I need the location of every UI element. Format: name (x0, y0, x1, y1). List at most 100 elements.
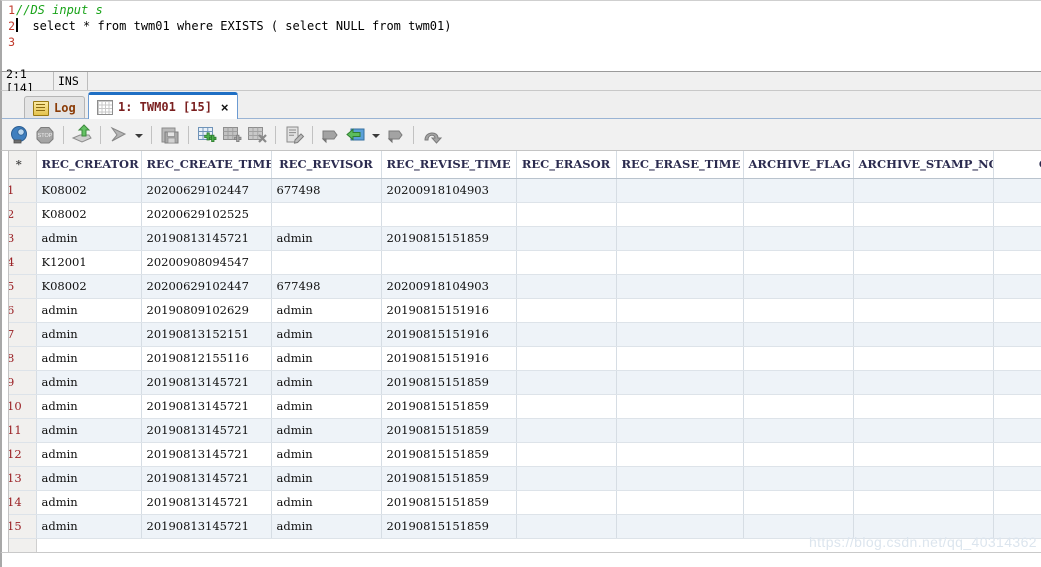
cell-rec-erase-time[interactable] (616, 250, 744, 275)
cell-archive-flag[interactable] (743, 202, 854, 227)
column-header-rec-erase-time[interactable]: REC_ERASE_TIME (616, 151, 744, 179)
cell-rec-create-time[interactable]: 20190813145721 (141, 418, 272, 443)
cell-comi[interactable] (993, 490, 1041, 515)
cell-rec-revise-time[interactable]: 20190815151859 (381, 490, 517, 515)
cell-rec-revise-time[interactable] (381, 250, 517, 275)
cell-comi[interactable] (993, 466, 1041, 491)
cell-comi[interactable] (993, 442, 1041, 467)
column-header-rec-revisor[interactable]: REC_REVISOR (271, 151, 382, 179)
cell-rec-create-time[interactable]: 20190812155116 (141, 346, 272, 371)
cell-rec-revise-time[interactable]: 20190815151916 (381, 322, 517, 347)
cell-rec-erase-time[interactable] (616, 394, 744, 419)
cell-rec-erasor[interactable] (516, 370, 617, 395)
cell-rec-create-time[interactable]: 20200629102447 (141, 274, 272, 299)
cell-rec-revisor[interactable]: admin (271, 418, 382, 443)
commit-icon[interactable] (345, 124, 367, 146)
column-header-rec-create-time[interactable]: REC_CREATE_TIME (141, 151, 272, 179)
cell-archive-stamp-no[interactable] (853, 202, 994, 227)
cell-archive-stamp-no[interactable] (853, 178, 994, 203)
cell-rec-erase-time[interactable] (616, 370, 744, 395)
close-icon[interactable]: × (221, 101, 229, 114)
cell-rec-creator[interactable]: admin (36, 226, 142, 251)
editor-line-1[interactable]: //DS input s (16, 2, 1041, 18)
cell-rec-create-time[interactable]: 20190813145721 (141, 370, 272, 395)
table-row[interactable]: 14 admin 20190813145721 admin 20190815151859 (2, 490, 1041, 515)
cell-archive-stamp-no[interactable] (853, 490, 994, 515)
cell-rec-revise-time[interactable]: 20190815151859 (381, 418, 517, 443)
cell-archive-stamp-no[interactable] (853, 442, 994, 467)
table-row[interactable]: 9 admin 20190813145721 admin 20190815151859 (2, 370, 1041, 395)
cell-rec-erasor[interactable] (516, 394, 617, 419)
table-row[interactable]: 2 K08002 20200629102525 (2, 202, 1041, 227)
table-row[interactable]: 11 admin 20190813145721 admin 20190815151859 (2, 418, 1041, 443)
cell-rec-erase-time[interactable] (616, 202, 744, 227)
save-grid-icon[interactable] (159, 124, 181, 146)
cell-rec-revisor[interactable] (271, 202, 382, 227)
cell-archive-stamp-no[interactable] (853, 298, 994, 323)
table-row[interactable]: 15 admin 20190813145721 admin 20190815151859 (2, 514, 1041, 539)
cell-archive-flag[interactable] (743, 466, 854, 491)
cell-rec-creator[interactable]: K08002 (36, 178, 142, 203)
cell-rec-create-time[interactable]: 20190813145721 (141, 490, 272, 515)
cell-rec-creator[interactable]: admin (36, 418, 142, 443)
table-row[interactable]: 7 admin 20190813152151 admin 20190815151916 (2, 322, 1041, 347)
cell-rec-revise-time[interactable] (381, 202, 517, 227)
cell-comi[interactable] (993, 346, 1041, 371)
cell-rec-creator[interactable]: admin (36, 322, 142, 347)
cell-rec-erasor[interactable] (516, 514, 617, 539)
cell-rec-creator[interactable]: admin (36, 298, 142, 323)
cell-rec-revise-time[interactable]: 20190815151859 (381, 442, 517, 467)
cell-rec-erasor[interactable] (516, 298, 617, 323)
delete-row-icon[interactable] (246, 124, 268, 146)
cell-rec-creator[interactable]: admin (36, 466, 142, 491)
cell-archive-flag[interactable] (743, 322, 854, 347)
cell-rec-revisor[interactable]: admin (271, 442, 382, 467)
cell-archive-stamp-no[interactable] (853, 322, 994, 347)
cell-rec-revisor[interactable]: admin (271, 466, 382, 491)
cell-rec-creator[interactable]: admin (36, 346, 142, 371)
cell-rec-erase-time[interactable] (616, 514, 744, 539)
cell-rec-erase-time[interactable] (616, 490, 744, 515)
cell-archive-flag[interactable] (743, 250, 854, 275)
cell-rec-erase-time[interactable] (616, 466, 744, 491)
cell-rec-erase-time[interactable] (616, 298, 744, 323)
stop-icon[interactable]: STOP (34, 124, 56, 146)
cell-rec-creator[interactable]: K08002 (36, 202, 142, 227)
cell-rec-revise-time[interactable]: 20200918104903 (381, 178, 517, 203)
cell-rec-erasor[interactable] (516, 418, 617, 443)
cell-comi[interactable] (993, 274, 1041, 299)
cell-rec-revisor[interactable]: 677498 (271, 178, 382, 203)
table-row[interactable]: 5 K08002 20200629102447 677498 2020091810490… (2, 274, 1041, 299)
cell-rec-erase-time[interactable] (616, 322, 744, 347)
cell-rec-erasor[interactable] (516, 274, 617, 299)
cell-comi[interactable] (993, 250, 1041, 275)
cell-rec-creator[interactable]: admin (36, 394, 142, 419)
edit-record-icon[interactable] (283, 124, 305, 146)
cell-archive-stamp-no[interactable] (853, 250, 994, 275)
editor-line-2[interactable]: select * from twm01 where EXISTS ( selec… (16, 18, 1041, 34)
cell-rec-creator[interactable]: admin (36, 490, 142, 515)
cell-comi[interactable] (993, 514, 1041, 539)
cell-rec-revise-time[interactable]: 20190815151916 (381, 346, 517, 371)
cell-archive-flag[interactable] (743, 514, 854, 539)
cell-rec-erasor[interactable] (516, 490, 617, 515)
table-row[interactable]: 8 admin 20190812155116 admin 20190815151916 (2, 346, 1041, 371)
cell-rec-erase-time[interactable] (616, 226, 744, 251)
cell-rec-revise-time[interactable]: 20190815151859 (381, 466, 517, 491)
cell-archive-stamp-no[interactable] (853, 226, 994, 251)
filter-icon[interactable] (108, 124, 130, 146)
cell-comi[interactable] (993, 322, 1041, 347)
rollback-icon[interactable] (384, 124, 406, 146)
cell-rec-erasor[interactable] (516, 178, 617, 203)
cell-comi[interactable] (993, 298, 1041, 323)
column-header-rec-revise-time[interactable]: REC_REVISE_TIME (381, 151, 517, 179)
cell-rec-erasor[interactable] (516, 202, 617, 227)
cell-rec-revise-time[interactable]: 20200918104903 (381, 274, 517, 299)
export-icon[interactable] (71, 123, 93, 146)
cell-rec-revise-time[interactable]: 20190815151859 (381, 514, 517, 539)
cell-archive-flag[interactable] (743, 490, 854, 515)
cell-rec-create-time[interactable]: 20190813145721 (141, 394, 272, 419)
cell-rec-revise-time[interactable]: 20190815151859 (381, 394, 517, 419)
cell-rec-create-time[interactable]: 20190813145721 (141, 442, 272, 467)
cell-archive-flag[interactable] (743, 274, 854, 299)
